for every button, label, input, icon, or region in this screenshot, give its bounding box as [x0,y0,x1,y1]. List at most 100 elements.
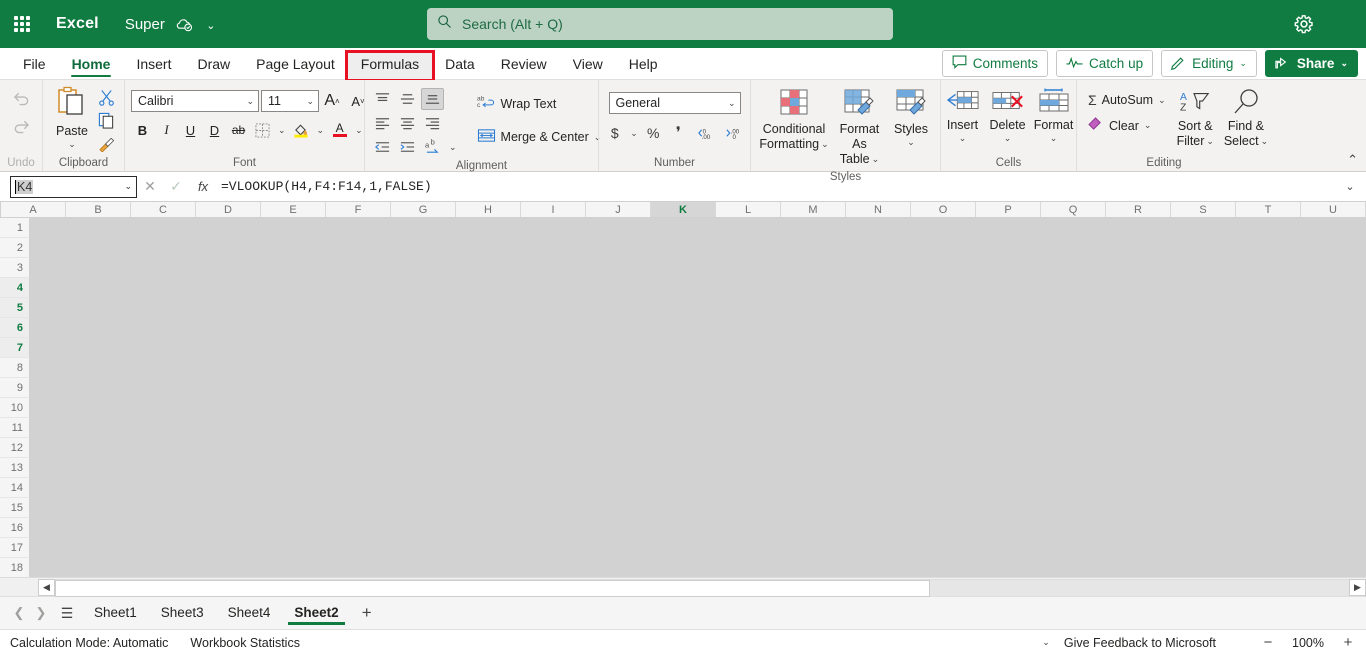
conditional-formatting-chevron-down-icon[interactable]: ⌄ [821,139,829,150]
conditional-formatting-button[interactable]: Conditional Formatting ⌄ [757,86,831,154]
insert-cells-chevron-down-icon[interactable]: ⌄ [959,133,967,144]
format-cells-chevron-down-icon[interactable]: ⌄ [1050,133,1058,144]
row-header-17[interactable]: 17 [0,538,30,558]
zoom-out-button[interactable]: − [1260,634,1276,651]
align-middle-icon[interactable] [396,88,419,110]
tab-home[interactable]: Home [59,53,124,79]
feedback-link[interactable]: Give Feedback to Microsoft [1064,636,1216,650]
column-header-N[interactable]: N [846,202,911,217]
search-input[interactable] [462,16,883,32]
decrease-indent-icon[interactable] [371,136,394,158]
tab-data[interactable]: Data [432,53,488,79]
row-header-9[interactable]: 9 [0,378,30,398]
row-header-5[interactable]: 5 [0,298,30,318]
grow-font-button[interactable]: A ˄ [319,90,345,112]
format-as-table-chevron-down-icon[interactable]: ⌄ [872,154,880,165]
wrap-text-button[interactable]: ab c Wrap Text [472,92,607,116]
sort-filter-button[interactable]: AZ Sort & Filter ⌄ [1171,87,1220,151]
row-header-13[interactable]: 13 [0,458,30,478]
fx-icon[interactable]: fx [189,179,217,194]
paste-button[interactable]: Paste ⌄ [49,84,95,152]
align-top-icon[interactable] [371,88,394,110]
workbook-statistics-label[interactable]: Workbook Statistics [190,636,300,650]
decrease-decimal-icon[interactable]: .00 0 [720,122,746,144]
row-header-8[interactable]: 8 [0,358,30,378]
undo-arrow-icon[interactable] [10,86,33,108]
underline-button[interactable]: U [179,119,202,141]
scroll-left-arrow-icon[interactable]: ◀ [38,578,55,596]
comments-button[interactable]: Comments [941,50,1049,77]
row-header-3[interactable]: 3 [0,258,30,278]
row-header-12[interactable]: 12 [0,438,30,458]
delete-cells-chevron-down-icon[interactable]: ⌄ [1004,133,1012,144]
row-header-2[interactable]: 2 [0,238,30,258]
find-select-chevron-down-icon[interactable]: ⌄ [1261,136,1269,147]
document-chevron-down-icon[interactable]: ⌄ [206,20,215,32]
format-cells-button[interactable]: Format ⌄ [1031,86,1077,146]
scrollbar-thumb[interactable] [55,579,930,597]
horizontal-scrollbar[interactable]: ◀ ▶ [0,577,1366,597]
document-name[interactable]: Super ⌄ [125,16,216,33]
cell-styles-button[interactable]: Styles ⌄ [888,86,934,150]
column-header-A[interactable]: A [1,202,66,217]
borders-icon[interactable] [251,119,274,141]
italic-button[interactable]: I [155,119,178,141]
status-options-chevron-down-icon[interactable]: ⌄ [1042,637,1050,648]
row-header-1[interactable]: 1 [0,218,30,238]
copy-button[interactable] [95,109,118,131]
clear-button[interactable]: Clear ⌄ [1083,115,1171,136]
clear-chevron-down-icon[interactable]: ⌄ [1144,120,1152,131]
paste-chevron-down-icon[interactable]: ⌄ [68,139,76,150]
hamburger-icon[interactable]: ☰ [52,605,82,622]
align-bottom-icon[interactable] [421,88,444,110]
gear-icon[interactable] [1292,12,1316,36]
percent-icon[interactable]: % [642,122,665,144]
strikethrough-button[interactable]: ab [227,119,250,141]
column-header-F[interactable]: F [326,202,391,217]
sheet-tab-sheet4[interactable]: Sheet4 [216,602,283,625]
zoom-in-button[interactable]: + [1340,634,1356,651]
row-header-15[interactable]: 15 [0,498,30,518]
tab-file[interactable]: File [10,53,59,79]
tab-view[interactable]: View [560,53,616,79]
app-launcher-icon[interactable] [0,16,44,32]
catch-up-button[interactable]: Catch up [1056,50,1154,77]
borders-chevron-down-icon[interactable]: ⌄ [275,125,289,136]
column-header-T[interactable]: T [1236,202,1301,217]
column-header-C[interactable]: C [131,202,196,217]
tab-draw[interactable]: Draw [184,53,243,79]
row-header-14[interactable]: 14 [0,478,30,498]
column-header-L[interactable]: L [716,202,781,217]
column-header-P[interactable]: P [976,202,1041,217]
confirm-check-icon[interactable]: ✓ [163,178,189,195]
tab-insert[interactable]: Insert [123,53,184,79]
row-header-16[interactable]: 16 [0,518,30,538]
bold-button[interactable]: B [131,119,154,141]
autosum-chevron-down-icon[interactable]: ⌄ [1158,95,1166,106]
row-header-18[interactable]: 18 [0,558,30,577]
ribbon-collapse-chevron-up-icon[interactable]: ⌃ [1347,152,1358,168]
text-orientation-icon[interactable]: ab [421,136,444,158]
comma-style-icon[interactable]: ❜ [667,122,690,144]
cell-styles-chevron-down-icon[interactable]: ⌄ [907,137,915,148]
formula-bar-expand-chevron-down-icon[interactable]: ⌄ [1338,180,1362,193]
column-header-B[interactable]: B [66,202,131,217]
cancel-x-icon[interactable]: ✕ [137,178,163,195]
column-header-J[interactable]: J [586,202,651,217]
number-format-select[interactable]: General ⌄ [608,92,741,114]
tab-help[interactable]: Help [616,53,671,79]
column-header-O[interactable]: O [911,202,976,217]
row-header-7[interactable]: 7 [0,338,30,358]
column-header-E[interactable]: E [261,202,326,217]
increase-indent-icon[interactable] [396,136,419,158]
sheet-tab-sheet3[interactable]: Sheet3 [149,602,216,625]
column-header-K[interactable]: K [651,202,716,217]
sheet-tab-sheet1[interactable]: Sheet1 [82,602,149,625]
row-header-4[interactable]: 4 [0,278,30,298]
merge-center-button[interactable]: Merge & Center ⌄ [472,125,607,149]
increase-decimal-icon[interactable]: 0.00 [692,122,718,144]
font-color-icon[interactable]: A [328,119,351,141]
chevron-left-icon[interactable]: ❮ [8,605,30,621]
currency-chevron-down-icon[interactable]: ⌄ [628,128,640,139]
sheet-tab-sheet2[interactable]: Sheet2 [282,602,350,625]
